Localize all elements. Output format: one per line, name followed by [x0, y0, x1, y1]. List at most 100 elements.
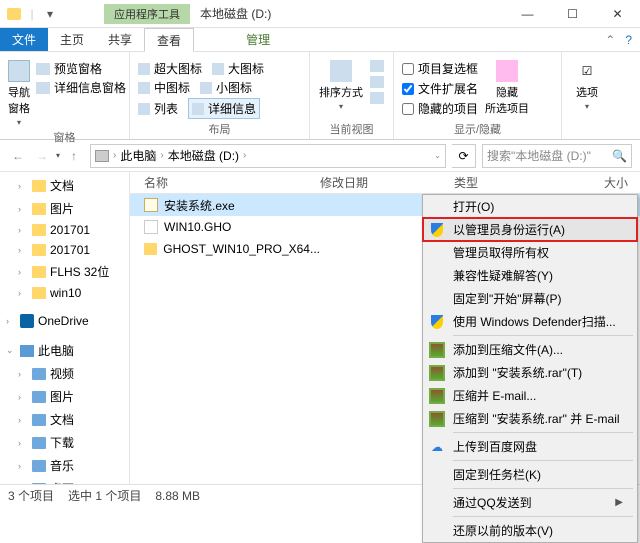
column-size[interactable]: 大小	[518, 174, 640, 191]
tree-item[interactable]: ›图片	[0, 197, 129, 220]
history-dropdown[interactable]: ▾	[56, 151, 60, 160]
breadcrumb-this-pc[interactable]: 此电脑	[120, 147, 156, 164]
tree-item[interactable]: ›音乐	[0, 454, 129, 477]
menu-item[interactable]: 使用 Windows Defender扫描...	[423, 310, 637, 333]
column-name[interactable]: 名称	[130, 174, 320, 191]
breadcrumb-dropdown[interactable]: ⌄	[434, 151, 441, 160]
forward-button[interactable]: →	[32, 146, 52, 166]
expand-icon[interactable]: ›	[18, 392, 28, 402]
close-button[interactable]: ✕	[595, 0, 640, 28]
menu-item[interactable]: 添加到 "安装系统.rar"(T)	[423, 361, 637, 384]
chevron-down-icon: ▾	[339, 102, 343, 111]
tree-item[interactable]: ›文档	[0, 408, 129, 431]
expand-icon[interactable]: ›	[18, 204, 28, 214]
address-bar: ← → ▾ ↑ › 此电脑 › 本地磁盘 (D:) › ⌄ ⟳ 搜索"本地磁盘 …	[0, 140, 640, 172]
group-by-icon[interactable]	[370, 60, 384, 72]
menu-item[interactable]: 还原以前的版本(V)	[423, 519, 637, 542]
tree-onedrive[interactable]: ›OneDrive	[0, 311, 129, 331]
menu-item[interactable]: 固定到任务栏(K)	[423, 463, 637, 486]
details-pane-button[interactable]: 详细信息窗格	[36, 79, 126, 96]
collapse-ribbon-icon[interactable]: ⌃	[605, 33, 615, 47]
options-button[interactable]: ☑ 选项 ▾	[570, 56, 604, 111]
expand-icon[interactable]: ›	[18, 288, 28, 298]
sort-by-button[interactable]: 排序方式 ▾	[318, 56, 364, 111]
quick-access-toolbar: | ▾	[0, 6, 64, 22]
menu-item[interactable]: 以管理员身份运行(A)	[423, 218, 637, 241]
column-type[interactable]: 类型	[454, 174, 518, 191]
layout-extra-large[interactable]: 超大图标	[138, 60, 202, 77]
menu-item-label: 兼容性疑难解答(Y)	[453, 267, 553, 284]
breadcrumb[interactable]: › 此电脑 › 本地磁盘 (D:) › ⌄	[90, 144, 446, 168]
file-list[interactable]: 名称 修改日期 类型 大小 安装系统.exe9,101 KBWIN10.GHO3…	[130, 172, 640, 484]
help-icon[interactable]: ?	[625, 33, 632, 47]
group-show-hide-label: 显示/隐藏	[402, 119, 553, 137]
navigation-tree[interactable]: ›文档›图片›201701›201701›FLHS 32位›win10 ›One…	[0, 172, 130, 484]
layout-small[interactable]: 小图标	[200, 79, 252, 96]
tree-item-label: 下载	[50, 434, 74, 451]
checkbox-item-checkboxes[interactable]: 项目复选框	[402, 60, 478, 77]
folder-icon	[144, 243, 157, 255]
layout-list[interactable]: 列表	[138, 98, 178, 119]
breadcrumb-drive[interactable]: 本地磁盘 (D:)	[168, 147, 239, 164]
column-date[interactable]: 修改日期	[320, 174, 454, 191]
menu-item[interactable]: 固定到"开始"屏幕(P)	[423, 287, 637, 310]
add-columns-icon[interactable]	[370, 76, 384, 88]
tree-item[interactable]: ›图片	[0, 385, 129, 408]
menu-item[interactable]: 压缩到 "安装系统.rar" 并 E-mail	[423, 407, 637, 430]
checkbox-hidden-items[interactable]: 隐藏的项目	[402, 100, 478, 117]
tree-item[interactable]: ›文档	[0, 174, 129, 197]
tree-this-pc[interactable]: ⌄此电脑	[0, 339, 129, 362]
menu-separator	[453, 516, 633, 517]
expand-icon[interactable]: ›	[18, 245, 28, 255]
tab-file[interactable]: 文件	[0, 28, 48, 51]
menu-item[interactable]: 打开(O)	[423, 195, 637, 218]
search-box[interactable]: 搜索"本地磁盘 (D:)" 🔍	[482, 144, 632, 168]
hide-selected-button[interactable]: 隐藏 所选项目	[484, 56, 530, 116]
tree-item[interactable]: ›201701	[0, 220, 129, 240]
checkbox-file-extensions[interactable]: 文件扩展名	[402, 80, 478, 97]
tab-home[interactable]: 主页	[48, 28, 96, 51]
qat-dropdown-icon[interactable]: ▾	[42, 6, 58, 22]
layout-details[interactable]: 详细信息	[188, 98, 260, 119]
up-button[interactable]: ↑	[64, 146, 84, 166]
expand-icon[interactable]: ›	[18, 369, 28, 379]
folder-icon	[32, 180, 46, 192]
tree-item[interactable]: ›FLHS 32位	[0, 260, 129, 283]
tree-item[interactable]: ›201701	[0, 240, 129, 260]
preview-pane-button[interactable]: 预览窗格	[36, 60, 126, 77]
menu-item[interactable]: 兼容性疑难解答(Y)	[423, 264, 637, 287]
group-show-hide: 项目复选框 文件扩展名 隐藏的项目 隐藏 所选项目 显示/隐藏	[394, 52, 562, 139]
maximize-button[interactable]: ☐	[550, 0, 595, 28]
tree-item[interactable]: ›桌面	[0, 477, 129, 484]
collapse-icon[interactable]: ⌄	[6, 345, 16, 356]
menu-item[interactable]: ☁上传到百度网盘	[423, 435, 637, 458]
file-name: 安装系统.exe	[164, 197, 235, 214]
tab-share[interactable]: 共享	[96, 28, 144, 51]
expand-icon[interactable]: ›	[6, 316, 16, 326]
tab-manage[interactable]: 管理	[234, 28, 282, 51]
expand-icon[interactable]: ›	[18, 484, 28, 485]
layout-large[interactable]: 大图标	[212, 60, 264, 77]
tab-view[interactable]: 查看	[144, 28, 194, 52]
menu-item[interactable]: 压缩并 E-mail...	[423, 384, 637, 407]
expand-icon[interactable]: ›	[18, 415, 28, 425]
menu-item[interactable]: 添加到压缩文件(A)...	[423, 338, 637, 361]
tree-item[interactable]: ›win10	[0, 283, 129, 303]
tree-item[interactable]: › 下载	[0, 431, 129, 454]
tree-item[interactable]: ›视频	[0, 362, 129, 385]
size-columns-icon[interactable]	[370, 92, 384, 104]
expand-icon[interactable]: ›	[18, 438, 28, 448]
layout-medium[interactable]: 中图标	[138, 79, 190, 96]
expand-icon[interactable]: ›	[18, 225, 28, 235]
back-button[interactable]: ←	[8, 146, 28, 166]
refresh-button[interactable]: ⟳	[452, 144, 476, 168]
nav-pane-button[interactable]: 导航窗格 ▾	[8, 56, 30, 127]
menu-item[interactable]: 通过QQ发送到▶	[423, 491, 637, 514]
chevron-down-icon: ▾	[585, 102, 589, 111]
minimize-button[interactable]: —	[505, 0, 550, 28]
menu-item[interactable]: 管理员取得所有权	[423, 241, 637, 264]
expand-icon[interactable]: ›	[18, 461, 28, 471]
expand-icon[interactable]: ›	[18, 181, 28, 191]
window-controls: — ☐ ✕	[505, 0, 640, 28]
expand-icon[interactable]: ›	[18, 267, 28, 277]
